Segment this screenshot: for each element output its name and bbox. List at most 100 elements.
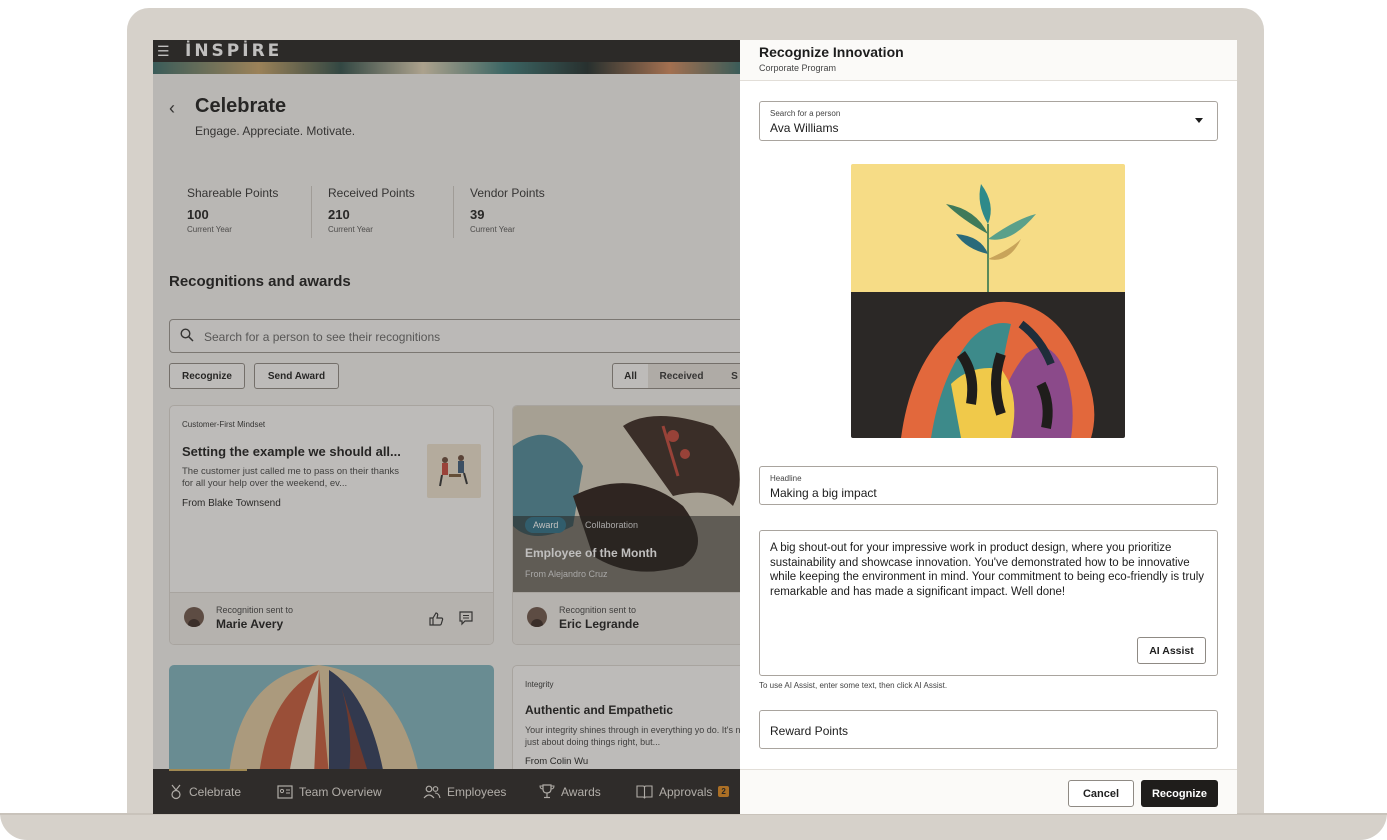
reward-points-field[interactable]: Reward Points <box>759 710 1218 749</box>
recognition-card[interactable]: Customer-First Mindset Setting the examp… <box>169 405 494 645</box>
search-icon <box>180 328 194 342</box>
card-description: The customer just called me to pass on t… <box>182 466 400 489</box>
send-award-button[interactable]: Send Award <box>254 363 339 389</box>
points-period: Current Year <box>187 225 232 234</box>
field-value: Ava Williams <box>770 121 839 135</box>
filter-all-tab[interactable]: All <box>612 363 649 389</box>
nav-label: Employees <box>447 784 507 799</box>
received-points: Received Points 210 Current Year <box>328 186 458 234</box>
ai-assist-button[interactable]: AI Assist <box>1137 637 1206 664</box>
top-bar: ☰ İNSPİRE <box>153 40 740 62</box>
nav-awards[interactable]: Awards <box>539 769 601 814</box>
points-label: Received Points <box>328 186 415 200</box>
card-from: From Colin Wu <box>525 756 589 767</box>
section-title: Recognitions and awards <box>169 273 351 290</box>
screen: ☰ İNSPİRE ‹ Celebrate Engage. Appreciate… <box>153 40 1237 814</box>
reward-points-placeholder: Reward Points <box>770 724 849 738</box>
people-icon <box>423 785 441 798</box>
headline-field[interactable]: Headline Making a big impact <box>759 466 1218 505</box>
avatar <box>527 607 547 627</box>
shareable-points: Shareable Points 100 Current Year <box>187 186 317 234</box>
nav-label: Approvals <box>659 784 713 799</box>
points-value: 100 <box>187 207 209 222</box>
field-label: Headline <box>770 474 802 483</box>
recognition-card-image[interactable] <box>169 665 494 775</box>
award-tag: Award <box>525 517 567 533</box>
dropdown-caret-icon[interactable] <box>1195 118 1203 123</box>
card-category: Integrity <box>525 680 554 689</box>
nav-label: Awards <box>561 784 601 799</box>
card-from: From Blake Townsend <box>182 498 281 509</box>
drawer-subtitle: Corporate Program <box>759 63 837 73</box>
search-placeholder: Search for a person to see their recogni… <box>204 330 441 344</box>
card-title: Authentic and Empathetic <box>525 703 674 717</box>
points-label: Vendor Points <box>470 186 545 200</box>
nav-team-overview[interactable]: Team Overview <box>277 769 382 814</box>
id-card-icon <box>277 784 293 799</box>
recognize-submit-button[interactable]: Recognize <box>1141 780 1218 807</box>
menu-icon[interactable]: ☰ <box>157 44 170 58</box>
divider <box>453 186 454 238</box>
trophy-icon <box>539 784 555 799</box>
card-thumbnail <box>427 444 481 498</box>
card-footer: Recognition sent to Eric Legrande <box>513 592 740 644</box>
field-label: Search for a person <box>770 109 841 118</box>
recognition-artwork <box>851 164 1125 438</box>
card-footer: Recognition sent to Marie Avery <box>170 592 493 644</box>
thumbs-up-icon[interactable] <box>428 611 444 627</box>
comment-icon[interactable] <box>458 610 474 626</box>
cancel-button[interactable]: Cancel <box>1068 780 1134 807</box>
header-banner <box>153 62 740 74</box>
filter-sent-tab[interactable]: S <box>715 363 740 389</box>
nav-label: Team Overview <box>299 784 382 799</box>
nav-label: Celebrate <box>189 784 242 799</box>
award-card-image <box>513 406 740 594</box>
nav-celebrate[interactable]: Celebrate <box>169 769 241 814</box>
recognize-drawer: Recognize Innovation Corporate Program S… <box>740 40 1237 814</box>
points-period: Current Year <box>328 225 373 234</box>
book-icon <box>636 784 653 799</box>
page-subtitle: Engage. Appreciate. Motivate. <box>195 124 356 138</box>
bottom-nav: Celebrate Team Overview Employees Awards… <box>153 769 740 814</box>
divider <box>311 186 312 238</box>
recognize-button[interactable]: Recognize <box>169 363 245 389</box>
recipient-name[interactable]: Marie Avery <box>216 617 283 631</box>
nav-employees[interactable]: Employees <box>423 769 506 814</box>
sent-label: Recognition sent to <box>559 605 637 615</box>
card-from: From Alejandro Cruz <box>525 569 608 579</box>
message-text: A big shout-out for your impressive work… <box>770 542 1205 598</box>
celebrate-page: ☰ İNSPİRE ‹ Celebrate Engage. Appreciate… <box>153 40 740 814</box>
card-title: Employee of the Month <box>525 546 657 560</box>
recipient-name[interactable]: Eric Legrande <box>559 617 639 631</box>
recognition-card[interactable]: Integrity Authentic and Empathetic Your … <box>512 665 740 775</box>
avatar <box>184 607 204 627</box>
nav-approvals[interactable]: Approvals 2 <box>636 769 729 814</box>
ai-assist-hint: To use AI Assist, enter some text, then … <box>759 681 948 690</box>
laptop-base <box>0 813 1387 840</box>
points-period: Current Year <box>470 225 515 234</box>
sent-label: Recognition sent to <box>216 605 294 615</box>
medal-icon <box>171 784 181 799</box>
person-select[interactable]: Search for a person Ava Williams <box>759 101 1218 141</box>
drawer-header: Recognize Innovation Corporate Program <box>740 40 1237 81</box>
drawer-title: Recognize Innovation <box>759 44 904 60</box>
filter-received-tab[interactable]: Received <box>648 363 716 389</box>
brand-logo: İNSPİRE <box>185 41 283 61</box>
points-value: 210 <box>328 207 350 222</box>
award-card[interactable]: Award Collaboration Employee of the Mont… <box>512 405 740 645</box>
points-label: Shareable Points <box>187 186 279 200</box>
card-title: Setting the example we should all... <box>182 444 401 459</box>
back-chevron-icon[interactable]: ‹ <box>169 98 175 119</box>
field-value: Making a big impact <box>770 486 877 500</box>
approvals-badge: 2 <box>718 786 729 797</box>
points-value: 39 <box>470 207 485 222</box>
vendor-points: Vendor Points 39 Current Year <box>470 186 600 234</box>
message-textarea[interactable]: A big shout-out for your impressive work… <box>759 530 1218 676</box>
recognition-search-input[interactable]: Search for a person to see their recogni… <box>169 319 740 353</box>
drawer-footer: Cancel Recognize <box>740 769 1237 814</box>
category-tag: Collaboration <box>585 520 639 530</box>
card-category: Customer-First Mindset <box>182 420 266 429</box>
device-frame: ☰ İNSPİRE ‹ Celebrate Engage. Appreciate… <box>0 0 1387 840</box>
card-description: Your integrity shines through in everyth… <box>525 725 740 747</box>
page-title: Celebrate <box>195 95 287 117</box>
